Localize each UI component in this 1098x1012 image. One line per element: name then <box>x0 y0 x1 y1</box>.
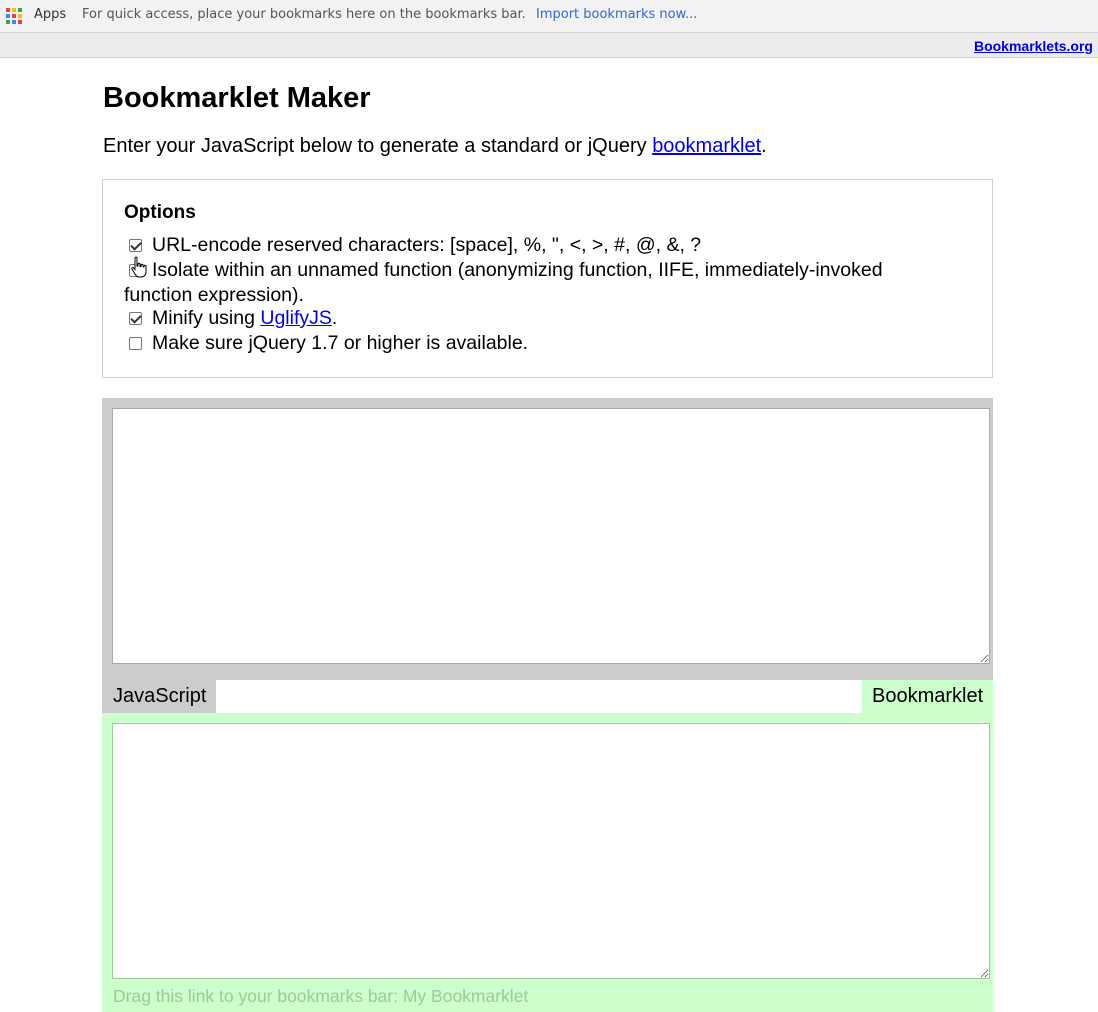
options-heading: Options <box>124 202 196 223</box>
apps-dot <box>18 14 22 18</box>
apps-grid-icon[interactable] <box>6 8 22 24</box>
option-isolate[interactable]: Isolate within an unnamed function (anon… <box>124 258 944 308</box>
page-title: Bookmarklet Maker <box>103 82 371 114</box>
options-panel: Options URL-encode reserved characters: … <box>102 179 993 378</box>
apps-dot <box>12 20 16 24</box>
option-url-encode[interactable]: URL-encode reserved characters: [space],… <box>124 233 944 258</box>
jquery-checkbox[interactable] <box>129 337 142 350</box>
bookmarklet-tab-label: Bookmarklet <box>862 680 993 713</box>
apps-dot <box>6 20 10 24</box>
apps-dot <box>18 8 22 12</box>
apps-dot <box>18 20 22 24</box>
option-label: Make sure jQuery 1.7 or higher is availa… <box>152 332 529 354</box>
apps-dot <box>6 14 10 18</box>
apps-dot <box>12 8 16 12</box>
uglifyjs-link[interactable]: UglifyJS <box>260 307 332 329</box>
bookmarklet-info-link[interactable]: bookmarklet <box>652 135 761 157</box>
option-jquery[interactable]: Make sure jQuery 1.7 or higher is availa… <box>124 331 944 356</box>
bookmarklet-output[interactable] <box>112 723 990 979</box>
bookmarklet-drag-link[interactable]: My Bookmarklet <box>403 986 528 1006</box>
drag-hint: Drag this link to your bookmarks bar: My… <box>113 986 528 1007</box>
option-label: Isolate within an unnamed function (anon… <box>124 259 883 306</box>
intro-text-before: Enter your JavaScript below to generate … <box>103 135 653 157</box>
apps-dot <box>6 8 10 12</box>
javascript-tab-label: JavaScript <box>102 680 216 713</box>
javascript-input[interactable] <box>112 408 990 664</box>
url-encode-checkbox[interactable] <box>129 239 142 252</box>
intro-text: Enter your JavaScript below to generate … <box>103 135 767 158</box>
option-label: Minify using <box>152 307 261 329</box>
option-minify[interactable]: Minify using UglifyJS. <box>124 306 944 331</box>
bookmarks-bar-hint: For quick access, place your bookmarks h… <box>82 7 526 22</box>
bookmarklet-panel: Drag this link to your bookmarks bar: My… <box>102 713 993 1012</box>
site-header: Bookmarklets.org <box>0 33 1098 58</box>
javascript-panel <box>102 398 993 680</box>
apps-dot <box>12 14 16 18</box>
site-home-link[interactable]: Bookmarklets.org <box>974 38 1093 54</box>
drag-hint-text: Drag this link to your bookmarks bar: <box>113 986 403 1006</box>
minify-checkbox[interactable] <box>129 312 142 325</box>
option-label: URL-encode reserved characters: [space],… <box>152 234 702 256</box>
apps-shortcut[interactable]: Apps <box>34 7 66 22</box>
import-bookmarks-link[interactable]: Import bookmarks now... <box>536 7 697 22</box>
option-label-suffix: . <box>331 307 338 329</box>
isolate-function-checkbox[interactable] <box>129 264 142 277</box>
bookmarks-bar: Apps For quick access, place your bookma… <box>0 0 1098 33</box>
intro-text-after: . <box>761 135 767 157</box>
